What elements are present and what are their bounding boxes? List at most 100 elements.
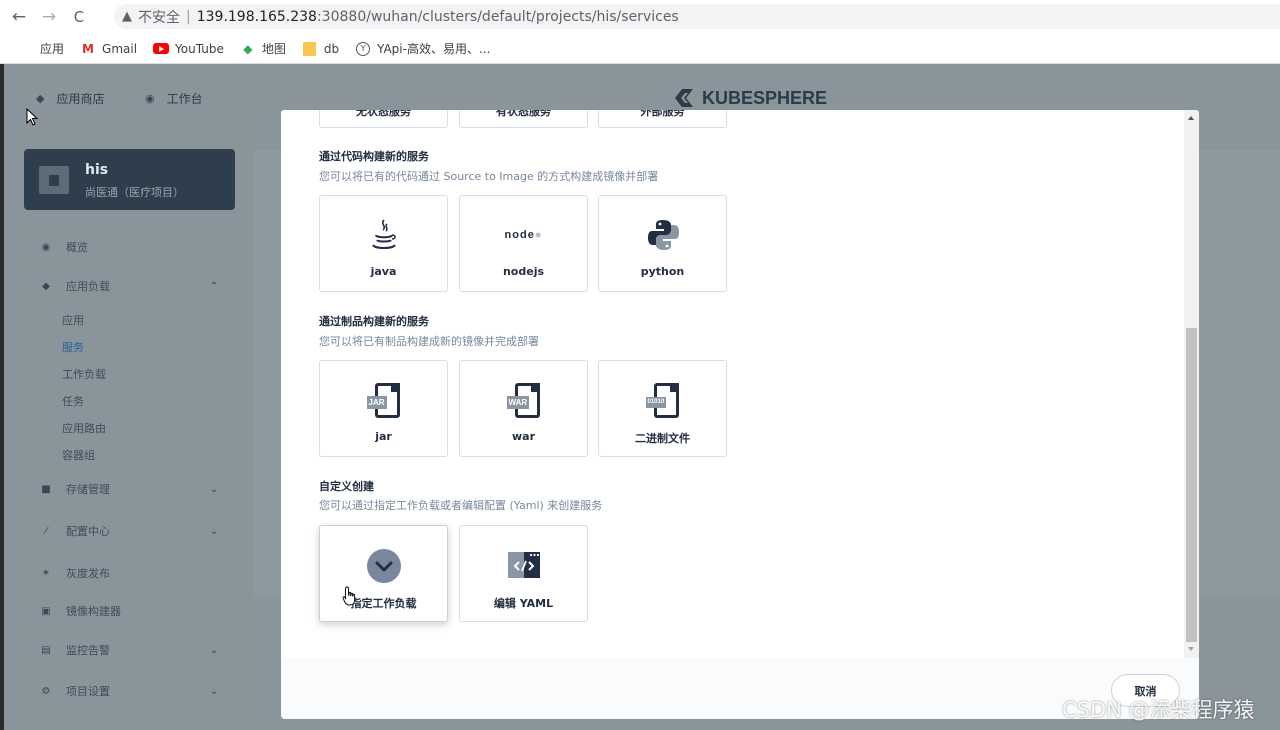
url-host: 139.198.165.238 bbox=[196, 8, 317, 25]
sidebar-sub-routes[interactable]: 应用路由 bbox=[62, 420, 106, 436]
sidebar-sub-pods[interactable]: 容器组 bbox=[62, 447, 95, 463]
modal-body: 无状态服务 有状态服务 外部服务 通过代码构建新的服务 您可以将已有的代码通过 … bbox=[281, 110, 1184, 658]
workload-icon: ◆ bbox=[42, 280, 50, 292]
sidebar-item-settings[interactable]: ⚙ 项目设置 ⌄ bbox=[4, 683, 244, 699]
chevron-down-icon: ⌄ bbox=[210, 525, 219, 537]
card-stateless-service[interactable]: 无状态服务 bbox=[319, 110, 448, 128]
jar-file-icon: JAR bbox=[366, 383, 401, 419]
bookmark-gmail[interactable]: M Gmail bbox=[80, 42, 137, 56]
yaml-code-icon bbox=[507, 552, 540, 578]
maps-icon: ◆ bbox=[243, 41, 253, 56]
sidebar-sub-workloads[interactable]: 工作负载 bbox=[62, 366, 106, 382]
sidebar-item-monitoring[interactable]: ▤ 监控告警 ⌄ bbox=[4, 642, 244, 658]
monitoring-icon: ▤ bbox=[41, 644, 51, 656]
card-external-service[interactable]: 外部服务 bbox=[598, 110, 727, 128]
sidebar-item-overview[interactable]: ◉ 概览 bbox=[4, 239, 244, 255]
binary-file-icon: 01010 bbox=[645, 383, 680, 419]
browser-toolbar: ← → C ▲ 不安全 | 139.198.165.238:30880/wuha… bbox=[0, 0, 1280, 34]
bookmark-youtube[interactable]: YouTube bbox=[153, 42, 224, 56]
gmail-icon: M bbox=[82, 41, 94, 56]
card-python-label: python bbox=[640, 265, 685, 278]
sidebar-sub-apps[interactable]: 应用 bbox=[62, 312, 84, 328]
chevron-down-icon: ⌄ bbox=[210, 483, 219, 495]
scrollbar-thumb[interactable] bbox=[1186, 328, 1197, 642]
card-edit-yaml-label: 编辑 YAML bbox=[493, 597, 554, 610]
reload-icon[interactable]: C bbox=[68, 6, 90, 28]
project-icon bbox=[39, 166, 69, 194]
nav-app-store[interactable]: ◆ 应用商店 bbox=[36, 90, 104, 107]
card-jar[interactable]: JAR jar bbox=[319, 360, 448, 457]
card-java-label: java bbox=[370, 265, 397, 278]
sidebar-item-config[interactable]: ⁄ 配置中心 ⌄ bbox=[4, 523, 244, 539]
sidebar-item-workloads[interactable]: ◆ 应用负载 ⌃ bbox=[4, 278, 244, 294]
folder-icon bbox=[302, 41, 318, 56]
card-stateful-service[interactable]: 有状态服务 bbox=[459, 110, 588, 128]
project-name: his bbox=[85, 162, 109, 178]
nodejs-icon: node● bbox=[504, 229, 543, 241]
app-store-icon: ◆ bbox=[36, 92, 45, 105]
bookmarks-bar: 应用 M Gmail YouTube ◆ 地图 db Y YApi-高效、易用、... bbox=[0, 34, 1280, 64]
watermark-text: CSDN @添柴程序猿 bbox=[1062, 698, 1255, 722]
security-label: 不安全 bbox=[138, 9, 180, 26]
config-icon: ⁄ bbox=[45, 525, 47, 537]
project-card[interactable]: his 尚医通（医疗项目） bbox=[24, 149, 235, 210]
scroll-up-arrow-icon[interactable] bbox=[1188, 116, 1194, 120]
section-desc-code: 您可以将已有的代码通过 Source to Image 的方式构建成镜像并部署 bbox=[319, 170, 659, 183]
scroll-down-arrow-icon[interactable] bbox=[1188, 647, 1194, 651]
settings-icon: ⚙ bbox=[41, 685, 51, 697]
warning-triangle-icon: ▲ bbox=[122, 9, 132, 24]
address-separator: | bbox=[186, 8, 191, 25]
section-title-code: 通过代码构建新的服务 bbox=[319, 150, 429, 163]
sidebar-item-grayscale[interactable]: ✶ 灰度发布 bbox=[4, 565, 244, 581]
kubesphere-mark-icon bbox=[675, 89, 693, 107]
card-python[interactable]: python bbox=[598, 195, 727, 292]
chevron-up-icon: ⌃ bbox=[210, 280, 219, 292]
forward-arrow-icon[interactable]: → bbox=[38, 6, 60, 28]
card-nodejs[interactable]: node● nodejs bbox=[459, 195, 588, 292]
card-specify-workload[interactable]: 指定工作负载 bbox=[319, 525, 448, 622]
section-title-artifact: 通过制品构建新的服务 bbox=[319, 315, 429, 328]
card-war[interactable]: WAR war bbox=[459, 360, 588, 457]
bookmark-maps[interactable]: ◆ 地图 bbox=[240, 40, 286, 57]
sidebar-item-storage[interactable]: ■ 存储管理 ⌄ bbox=[4, 481, 244, 497]
bookmark-db[interactable]: db bbox=[302, 41, 339, 56]
sidebar-item-image-builder[interactable]: ▣ 镜像构建器 bbox=[4, 603, 244, 619]
nav-workbench[interactable]: ◉ 工作台 bbox=[145, 90, 203, 107]
card-specify-workload-label: 指定工作负载 bbox=[350, 597, 417, 610]
sidebar-sub-jobs[interactable]: 任务 bbox=[62, 393, 84, 409]
card-java[interactable]: java bbox=[319, 195, 448, 292]
youtube-icon bbox=[153, 42, 170, 56]
bookmark-apps[interactable]: 应用 bbox=[18, 40, 64, 57]
chevron-down-icon: ⌄ bbox=[210, 644, 219, 656]
card-edit-yaml[interactable]: 编辑 YAML bbox=[459, 525, 588, 622]
hand-cursor-icon bbox=[342, 586, 356, 606]
address-bar[interactable]: ▲ 不安全 | 139.198.165.238:30880/wuhan/clus… bbox=[114, 4, 1280, 29]
yapi-icon: Y bbox=[355, 41, 371, 56]
back-arrow-icon[interactable]: ← bbox=[8, 6, 30, 28]
url-path: :30880/wuhan/clusters/default/projects/h… bbox=[316, 8, 679, 25]
java-icon bbox=[371, 219, 396, 249]
apps-grid-icon bbox=[18, 42, 34, 56]
workload-select-icon bbox=[366, 549, 401, 583]
storage-icon: ■ bbox=[41, 483, 51, 495]
sidebar-sub-services[interactable]: 服务 bbox=[62, 339, 84, 355]
section-desc-artifact: 您可以将已有制品构建成新的镜像并完成部署 bbox=[319, 335, 539, 348]
workbench-icon: ◉ bbox=[145, 92, 155, 105]
card-nodejs-label: nodejs bbox=[502, 265, 545, 278]
section-desc-custom: 您可以通过指定工作负载或者编辑配置 (Yaml) 来创建服务 bbox=[319, 499, 603, 512]
card-binary[interactable]: 01010 二进制文件 bbox=[598, 360, 727, 457]
section-title-custom: 自定义创建 bbox=[319, 480, 374, 493]
kubesphere-logo: KUBESPHERE bbox=[672, 86, 827, 110]
python-icon bbox=[647, 220, 679, 250]
overview-icon: ◉ bbox=[41, 241, 51, 253]
card-jar-label: jar bbox=[375, 430, 392, 443]
image-builder-icon: ▣ bbox=[41, 605, 51, 617]
grayscale-icon: ✶ bbox=[41, 567, 51, 579]
chevron-down-icon: ⌄ bbox=[210, 685, 219, 697]
project-desc: 尚医通（医疗项目） bbox=[85, 186, 184, 199]
card-binary-label: 二进制文件 bbox=[635, 432, 690, 445]
card-war-label: war bbox=[511, 430, 535, 443]
war-file-icon: WAR bbox=[506, 383, 541, 419]
mouse-pointer-icon bbox=[26, 108, 39, 126]
bookmark-yapi[interactable]: Y YApi-高效、易用、... bbox=[355, 40, 490, 57]
